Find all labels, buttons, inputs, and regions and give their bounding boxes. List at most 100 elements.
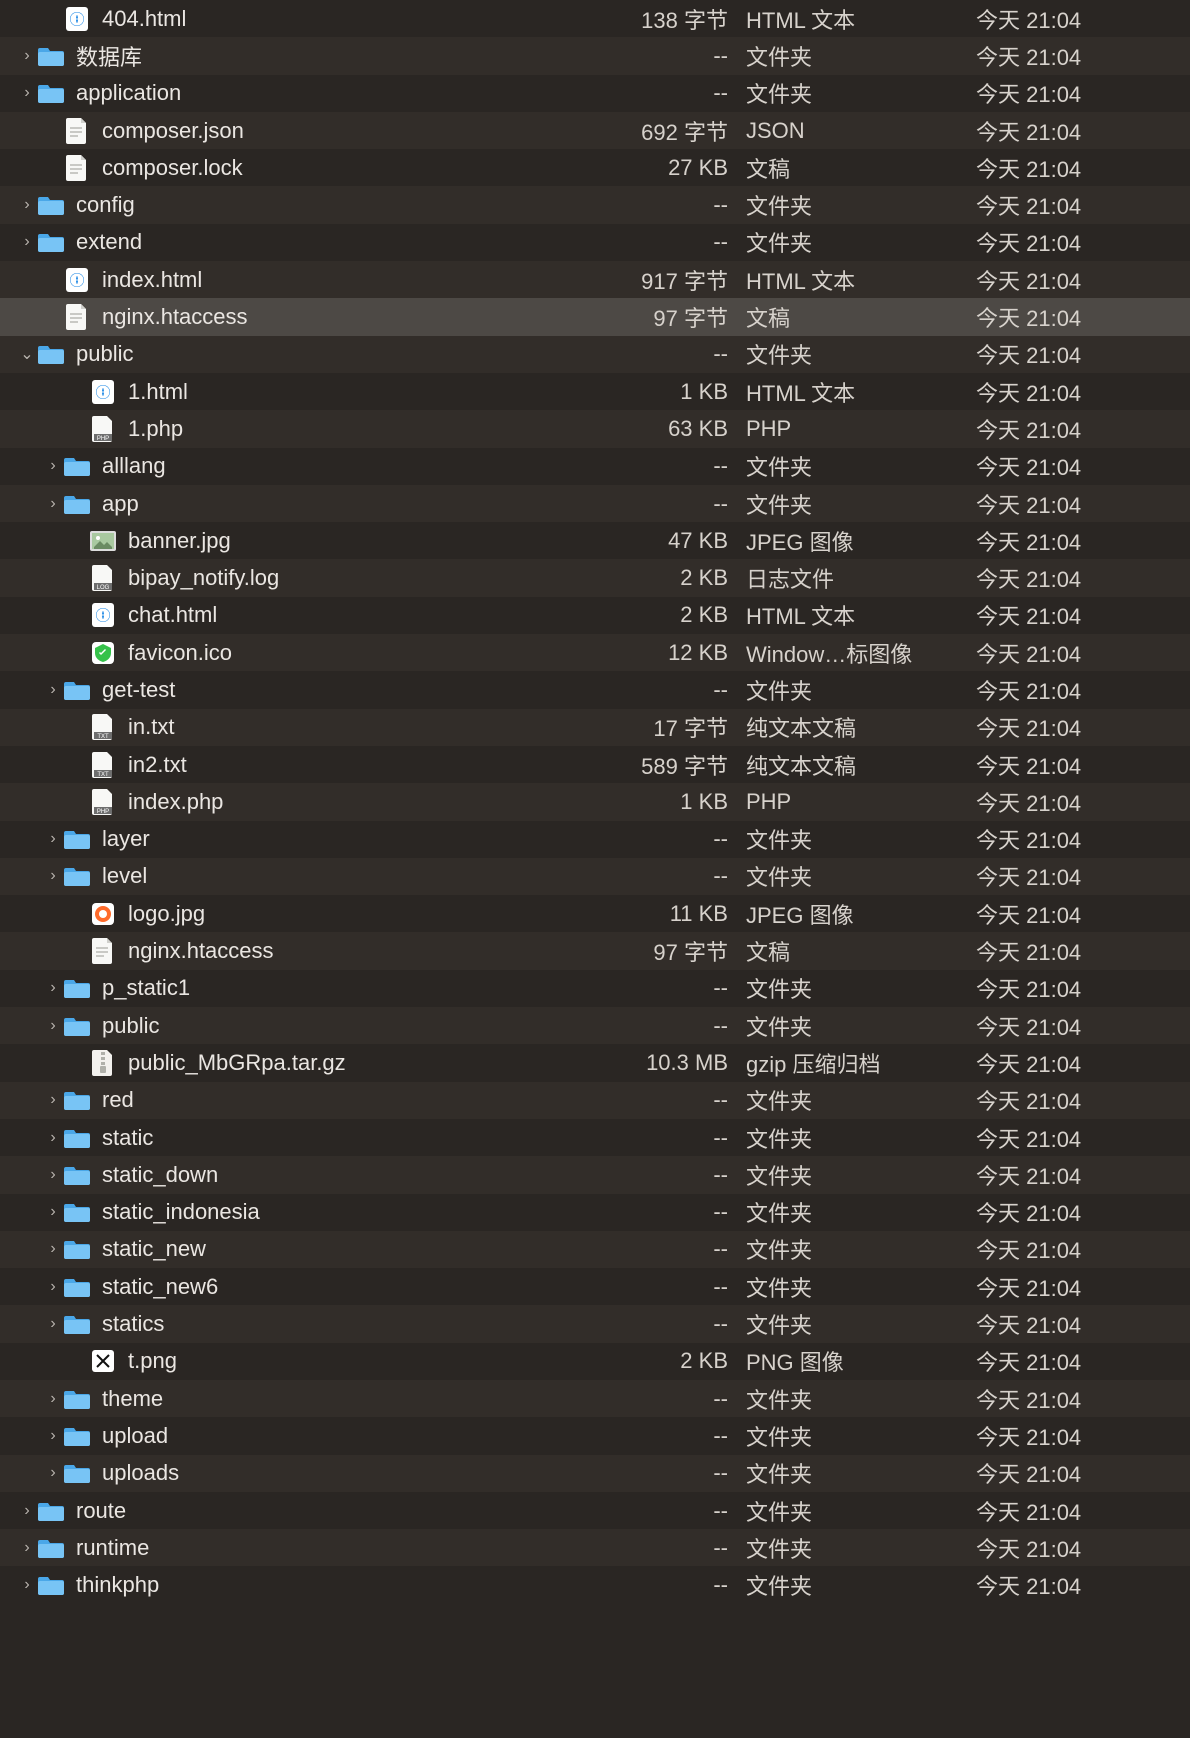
file-row[interactable]: 1.html1 KBHTML 文本今天 21:04 [0,373,1190,410]
file-row[interactable]: ›route--文件夹今天 21:04 [0,1492,1190,1529]
file-row[interactable]: logo.jpg11 KBJPEG 图像今天 21:04 [0,895,1190,932]
disclosure-triangle-icon[interactable]: › [44,1203,62,1221]
disclosure-triangle-icon[interactable]: › [44,495,62,513]
file-row[interactable]: ⌄public--文件夹今天 21:04 [0,336,1190,373]
file-name[interactable]: extend [76,229,590,255]
disclosure-triangle-icon[interactable]: › [44,457,62,475]
file-row[interactable]: ›theme--文件夹今天 21:04 [0,1380,1190,1417]
file-name[interactable]: logo.jpg [128,901,590,927]
disclosure-triangle-icon[interactable]: › [44,1129,62,1147]
file-row[interactable]: ›static--文件夹今天 21:04 [0,1119,1190,1156]
file-list[interactable]: 404.html138 字节HTML 文本今天 21:04›数据库--文件夹今天… [0,0,1190,1604]
file-row[interactable]: ›public--文件夹今天 21:04 [0,1007,1190,1044]
file-row[interactable]: ›static_new--文件夹今天 21:04 [0,1231,1190,1268]
disclosure-triangle-icon[interactable]: › [44,1240,62,1258]
disclosure-triangle-icon[interactable]: › [18,233,36,251]
file-row[interactable]: ›thinkphp--文件夹今天 21:04 [0,1566,1190,1603]
file-name[interactable]: static_indonesia [102,1199,590,1225]
file-row[interactable]: ›alllang--文件夹今天 21:04 [0,448,1190,485]
file-row[interactable]: ›数据库--文件夹今天 21:04 [0,37,1190,74]
file-name[interactable]: chat.html [128,602,590,628]
file-name[interactable]: public [102,1013,590,1039]
file-name[interactable]: static_new6 [102,1274,590,1300]
file-row[interactable]: PHPindex.php1 KBPHP今天 21:04 [0,783,1190,820]
file-name[interactable]: composer.lock [102,155,590,181]
disclosure-triangle-icon[interactable]: › [18,1502,36,1520]
file-row[interactable]: composer.lock27 KB文稿今天 21:04 [0,149,1190,186]
file-name[interactable]: static [102,1125,590,1151]
file-name[interactable]: uploads [102,1460,590,1486]
disclosure-triangle-icon[interactable]: › [44,1166,62,1184]
file-name[interactable]: favicon.ico [128,640,590,666]
file-name[interactable]: 数据库 [76,40,590,72]
file-name[interactable]: statics [102,1311,590,1337]
disclosure-triangle-icon[interactable]: › [44,1464,62,1482]
file-name[interactable]: composer.json [102,118,590,144]
file-name[interactable]: get-test [102,677,590,703]
file-name[interactable]: route [76,1498,590,1524]
file-name[interactable]: public [76,341,590,367]
file-row[interactable]: ›extend--文件夹今天 21:04 [0,224,1190,261]
file-name[interactable]: static_down [102,1162,590,1188]
file-row[interactable]: index.html917 字节HTML 文本今天 21:04 [0,261,1190,298]
file-row[interactable]: 404.html138 字节HTML 文本今天 21:04 [0,0,1190,37]
file-name[interactable]: red [102,1087,590,1113]
disclosure-triangle-icon[interactable]: › [18,1539,36,1557]
file-row[interactable]: ›layer--文件夹今天 21:04 [0,821,1190,858]
disclosure-triangle-icon[interactable]: › [44,1278,62,1296]
file-name[interactable]: config [76,192,590,218]
disclosure-triangle-icon[interactable]: › [44,1315,62,1333]
file-name[interactable]: bipay_notify.log [128,565,590,591]
file-name[interactable]: index.html [102,267,590,293]
file-row[interactable]: chat.html2 KBHTML 文本今天 21:04 [0,597,1190,634]
file-row[interactable]: TXTin2.txt589 字节纯文本文稿今天 21:04 [0,746,1190,783]
disclosure-triangle-icon[interactable]: › [18,47,36,65]
file-name[interactable]: 1.html [128,379,590,405]
file-row[interactable]: ›config--文件夹今天 21:04 [0,186,1190,223]
file-row[interactable]: nginx.htaccess97 字节文稿今天 21:04 [0,932,1190,969]
file-row[interactable]: composer.json692 字节JSON今天 21:04 [0,112,1190,149]
file-row[interactable]: t.png2 KBPNG 图像今天 21:04 [0,1343,1190,1380]
file-name[interactable]: layer [102,826,590,852]
file-name[interactable]: static_new [102,1236,590,1262]
file-name[interactable]: level [102,863,590,889]
disclosure-triangle-icon[interactable]: › [44,867,62,885]
file-name[interactable]: theme [102,1386,590,1412]
file-row[interactable]: favicon.ico12 KBWindow…标图像今天 21:04 [0,634,1190,671]
file-row[interactable]: TXTin.txt17 字节纯文本文稿今天 21:04 [0,709,1190,746]
file-row[interactable]: ›static_indonesia--文件夹今天 21:04 [0,1194,1190,1231]
file-row[interactable]: PHP1.php63 KBPHP今天 21:04 [0,410,1190,447]
file-name[interactable]: thinkphp [76,1572,590,1598]
file-name[interactable]: nginx.htaccess [128,938,590,964]
file-name[interactable]: in.txt [128,714,590,740]
file-row[interactable]: banner.jpg47 KBJPEG 图像今天 21:04 [0,522,1190,559]
file-row[interactable]: ›static_down--文件夹今天 21:04 [0,1156,1190,1193]
file-name[interactable]: t.png [128,1348,590,1374]
file-row[interactable]: ›uploads--文件夹今天 21:04 [0,1455,1190,1492]
file-row[interactable]: ›application--文件夹今天 21:04 [0,75,1190,112]
file-row[interactable]: ›statics--文件夹今天 21:04 [0,1305,1190,1342]
file-name[interactable]: 1.php [128,416,590,442]
file-name[interactable]: p_static1 [102,975,590,1001]
file-row[interactable]: public_MbGRpa.tar.gz10.3 MBgzip 压缩归档今天 2… [0,1044,1190,1081]
file-name[interactable]: app [102,491,590,517]
file-row[interactable]: ›static_new6--文件夹今天 21:04 [0,1268,1190,1305]
file-row[interactable]: LOGbipay_notify.log2 KB日志文件今天 21:04 [0,559,1190,596]
disclosure-triangle-icon[interactable]: › [44,1091,62,1109]
file-name[interactable]: runtime [76,1535,590,1561]
file-row[interactable]: ›level--文件夹今天 21:04 [0,858,1190,895]
file-name[interactable]: in2.txt [128,752,590,778]
disclosure-triangle-icon[interactable]: › [18,196,36,214]
disclosure-triangle-icon[interactable]: › [44,1390,62,1408]
disclosure-triangle-icon[interactable]: › [44,681,62,699]
file-name[interactable]: alllang [102,453,590,479]
file-row[interactable]: ›get-test--文件夹今天 21:04 [0,671,1190,708]
disclosure-triangle-icon[interactable]: › [44,979,62,997]
file-name[interactable]: index.php [128,789,590,815]
file-row[interactable]: ›p_static1--文件夹今天 21:04 [0,970,1190,1007]
file-name[interactable]: nginx.htaccess [102,304,590,330]
file-row[interactable]: ›red--文件夹今天 21:04 [0,1082,1190,1119]
file-name[interactable]: public_MbGRpa.tar.gz [128,1050,590,1076]
disclosure-triangle-icon[interactable]: › [44,1017,62,1035]
file-row[interactable]: nginx.htaccess97 字节文稿今天 21:04 [0,298,1190,335]
